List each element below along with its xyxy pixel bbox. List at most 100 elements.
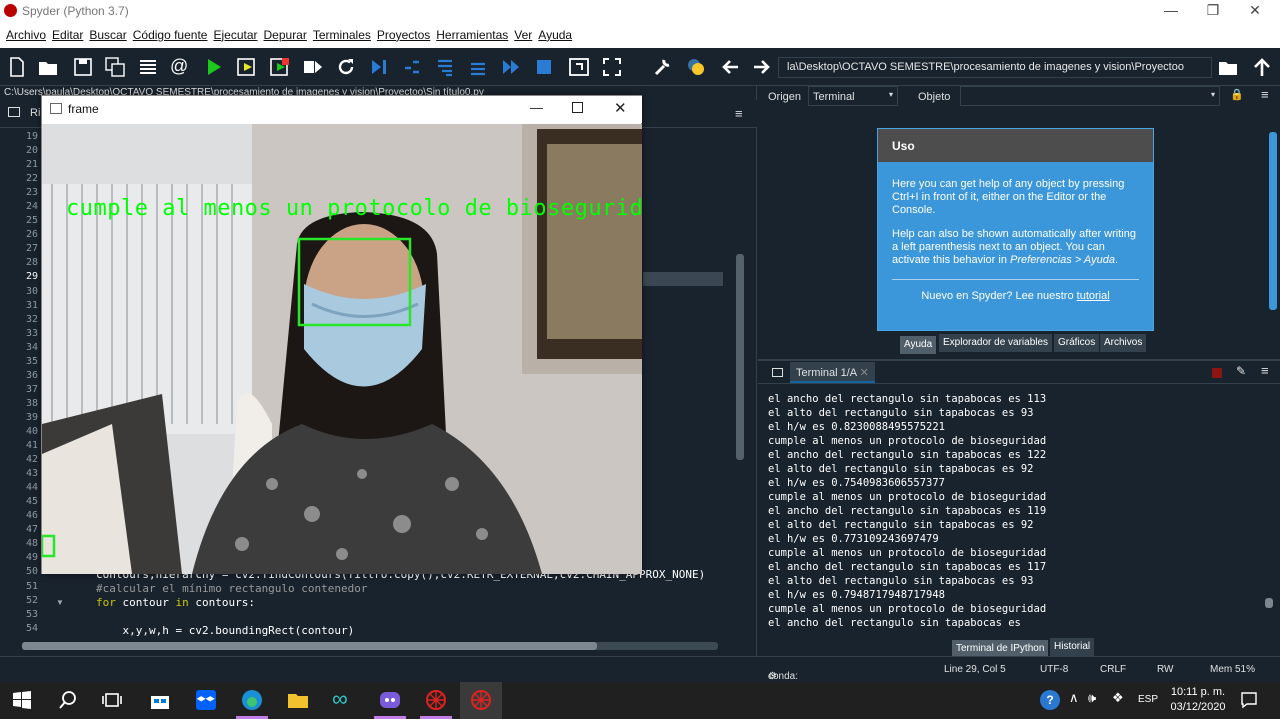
stop-icon[interactable] xyxy=(533,56,555,78)
menu-terminales[interactable]: Terminales xyxy=(313,22,371,48)
usage-paragraph-2: Help can also be shown automatically aft… xyxy=(892,228,1136,266)
menu-codigo-fuente[interactable]: Código fuente xyxy=(133,22,208,48)
step-return-icon[interactable] xyxy=(467,56,489,78)
run-cell-icon[interactable] xyxy=(236,56,258,78)
console-line: cumple al menos un protocolo de biosegur… xyxy=(768,491,1047,503)
minimize-button[interactable]: — xyxy=(1156,2,1186,20)
save-all-icon[interactable] xyxy=(104,56,126,78)
input-language[interactable]: ESP xyxy=(1138,694,1158,705)
open-folder-icon[interactable] xyxy=(37,56,59,78)
frame-title: frame xyxy=(68,102,99,116)
help-tray-icon[interactable]: ? xyxy=(1040,690,1060,710)
tab-graficos[interactable]: Gráficos xyxy=(1054,334,1100,352)
editor-options-icon[interactable]: ≡ xyxy=(735,106,743,121)
windows-start-icon[interactable] xyxy=(10,688,34,712)
fullscreen-icon[interactable] xyxy=(601,56,623,78)
run-icon[interactable] xyxy=(203,56,225,78)
arduino-icon[interactable]: ∞ xyxy=(332,688,356,712)
rerun-icon[interactable] xyxy=(335,56,357,78)
fold-arrow-icon[interactable]: ▼ xyxy=(56,598,64,607)
new-file-icon[interactable] xyxy=(6,56,28,78)
menu-depurar[interactable]: Depurar xyxy=(264,22,307,48)
right-pane: Origen Terminal ▾ Objeto ▾ 🔒 ≡ Uso Here y… xyxy=(758,86,1280,658)
help-scrollbar[interactable] xyxy=(1268,128,1278,332)
maximize-pane-icon[interactable] xyxy=(568,56,590,78)
tab-explorador-variables[interactable]: Explorador de variables xyxy=(939,334,1053,352)
interrupt-icon[interactable] xyxy=(1212,368,1222,378)
tab-ayuda[interactable]: Ayuda xyxy=(900,336,937,354)
frame-close-button[interactable]: ✕ xyxy=(614,99,627,117)
browse-tabs-icon[interactable] xyxy=(8,107,20,117)
menu-buscar[interactable]: Buscar xyxy=(89,22,126,48)
frame-window[interactable]: frame — ✕ cumple al menos un protocolo d… xyxy=(41,95,642,574)
working-directory-field[interactable]: la\Desktop\OCTAVO SEMESTRE\procesamiento… xyxy=(778,57,1212,78)
frame-minimize-button[interactable]: — xyxy=(530,100,543,115)
parent-dir-icon[interactable] xyxy=(1251,56,1273,78)
editor-vertical-scrollbar[interactable] xyxy=(736,146,746,636)
console-scrollbar[interactable] xyxy=(1264,392,1274,630)
console-tab[interactable]: Terminal 1/A ✕ xyxy=(790,362,875,383)
console-output[interactable]: el ancho del rectangulo sin tapabocas es… xyxy=(768,392,1276,632)
menu-editar[interactable]: Editar xyxy=(52,22,83,48)
menu-archivo[interactable]: Archivo xyxy=(6,22,46,48)
menu-herramientas[interactable]: Herramientas xyxy=(436,22,508,48)
run-cell-advance-icon[interactable] xyxy=(269,56,291,78)
tutorial-link[interactable]: tutorial xyxy=(1077,290,1110,302)
save-icon[interactable] xyxy=(72,56,94,78)
file-explorer-icon[interactable] xyxy=(286,688,310,712)
menu-ejecutar[interactable]: Ejecutar xyxy=(213,22,257,48)
objeto-input[interactable]: ▾ xyxy=(960,86,1220,106)
close-tab-icon[interactable]: ✕ xyxy=(860,367,869,379)
frame-titlebar[interactable]: frame — ✕ xyxy=(42,96,642,123)
notifications-icon[interactable] xyxy=(1240,691,1258,709)
browse-consoles-icon[interactable] xyxy=(772,368,783,377)
close-button[interactable]: ✕ xyxy=(1240,2,1270,20)
line-number: 27 xyxy=(25,243,38,255)
console-line: el ancho del rectangulo sin tapabocas es… xyxy=(768,505,1047,517)
editor-horizontal-scrollbar[interactable] xyxy=(22,642,718,650)
store-icon[interactable] xyxy=(148,688,172,712)
lock-icon[interactable]: 🔒 xyxy=(1230,88,1244,101)
pane-splitter[interactable] xyxy=(758,359,1280,361)
clear-console-icon[interactable]: ✎ xyxy=(1236,364,1246,378)
search-icon[interactable] xyxy=(56,688,80,712)
console-options-icon[interactable]: ≡ xyxy=(1261,363,1269,378)
debug-icon[interactable] xyxy=(368,56,390,78)
show-hidden-icons[interactable]: ∧ xyxy=(1069,690,1079,706)
continue-icon[interactable] xyxy=(500,56,522,78)
back-arrow-icon[interactable] xyxy=(720,56,742,78)
list-icon[interactable] xyxy=(137,56,159,78)
origen-select[interactable]: Terminal ▾ xyxy=(808,86,898,106)
preferences-wrench-icon[interactable] xyxy=(652,56,674,78)
menu-proyectos[interactable]: Proyectos xyxy=(377,22,430,48)
console-line: el h/w es 0.7540983606557377 xyxy=(768,477,946,489)
menu-ver[interactable]: Ver xyxy=(514,22,532,48)
python-path-icon[interactable] xyxy=(685,56,707,78)
menu-ayuda[interactable]: Ayuda xyxy=(538,22,572,48)
task-view-icon[interactable] xyxy=(100,688,124,712)
help-options-icon[interactable]: ≡ xyxy=(1261,87,1269,102)
discord-icon[interactable] xyxy=(378,688,402,712)
spyder-taskbar-icon[interactable] xyxy=(424,688,448,712)
dropbox-icon[interactable] xyxy=(194,688,218,712)
forward-arrow-icon[interactable] xyxy=(750,56,772,78)
spyder-active-task[interactable] xyxy=(460,682,502,719)
browse-folder-icon[interactable] xyxy=(1217,56,1239,78)
step-into-icon[interactable] xyxy=(434,56,456,78)
run-selection-icon[interactable] xyxy=(302,56,324,78)
tab-archivos[interactable]: Archivos xyxy=(1100,334,1147,352)
clock[interactable]: 10:11 p. m. 03/12/2020 xyxy=(1168,685,1228,715)
volume-icon[interactable]: 🕪 xyxy=(1088,690,1096,706)
console-line: el alto del rectangulo sin tapabocas es … xyxy=(768,463,1034,475)
usage-paragraph-1: Here you can get help of any object by p… xyxy=(892,178,1125,216)
editor-tab[interactable]: Ri xyxy=(30,107,40,119)
code-line: x,y,w,h = cv2.boundingRect(contour) xyxy=(96,624,355,637)
edge-icon[interactable] xyxy=(240,688,264,712)
frame-maximize-button[interactable] xyxy=(572,102,583,113)
at-icon[interactable]: @ xyxy=(170,56,192,78)
dropbox-tray-icon[interactable]: ❖ xyxy=(1112,690,1124,706)
spyder-task-icon xyxy=(471,690,491,710)
tab-historial[interactable]: Historial xyxy=(1050,638,1095,656)
maximize-button[interactable]: ❐ xyxy=(1198,2,1228,20)
step-icon[interactable] xyxy=(401,56,423,78)
